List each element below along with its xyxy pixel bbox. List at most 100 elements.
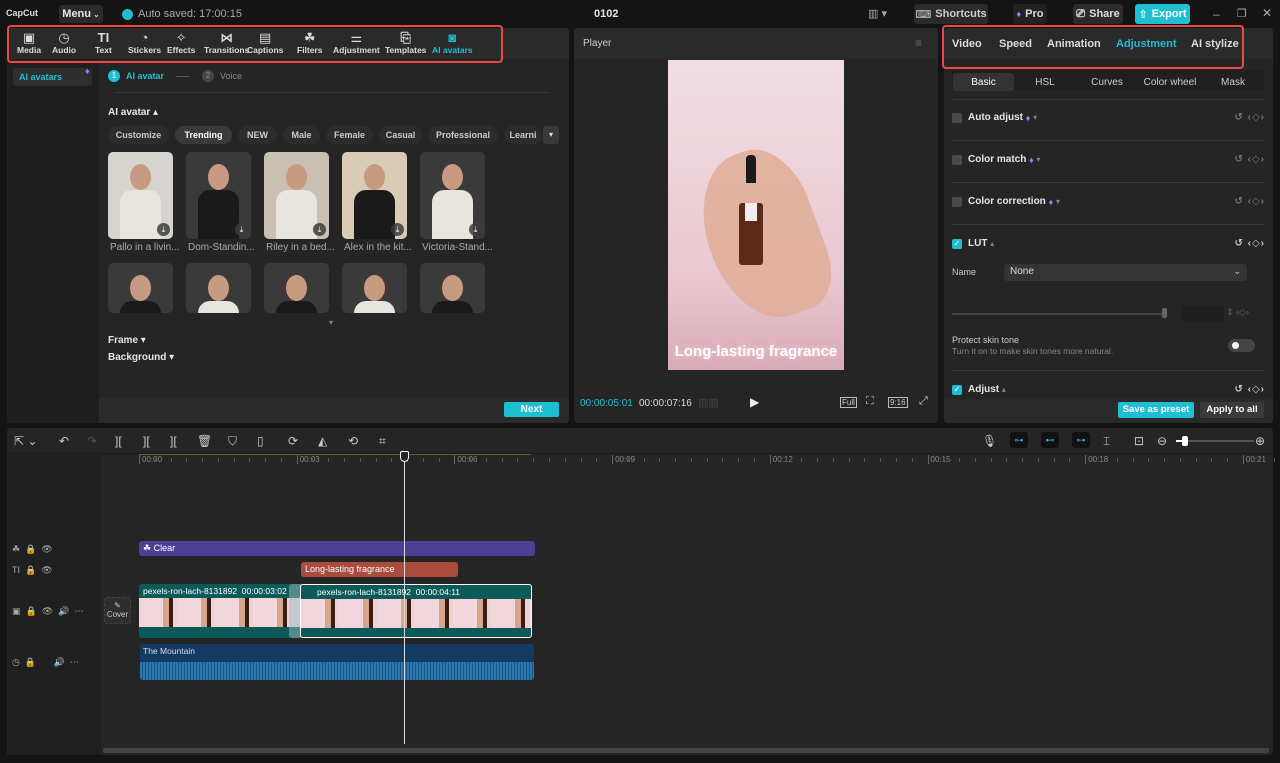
- close-icon[interactable]: ✕: [1262, 6, 1272, 20]
- auto-adjust-checkbox[interactable]: [952, 112, 962, 123]
- slider-handle[interactable]: [1162, 308, 1167, 318]
- avatar-card[interactable]: ⤓: [420, 152, 485, 239]
- zoom-out-icon[interactable]: ⊖: [1157, 434, 1167, 448]
- tool-stickers[interactable]: ◔ Stickers: [128, 30, 161, 55]
- tool-ai-avatars[interactable]: ◙ AI avatars: [432, 30, 473, 55]
- tool-templates[interactable]: ⎘ Templates: [385, 30, 426, 55]
- microphone-icon[interactable]: 🎙: [982, 434, 997, 448]
- filter-chip[interactable]: Professional: [428, 126, 498, 144]
- avatar-card[interactable]: [264, 263, 329, 313]
- delete-icon[interactable]: 🗑: [197, 434, 212, 448]
- step-voice[interactable]: Voice: [220, 71, 242, 81]
- color-correction-checkbox[interactable]: [952, 196, 962, 207]
- chevron-down-icon[interactable]: ▾: [1033, 113, 1037, 122]
- chevron-up-icon[interactable]: ▴: [1002, 385, 1006, 394]
- tab-animation[interactable]: Animation: [1047, 38, 1101, 50]
- keyframe-controls-icon[interactable]: ↺ ‹◇›: [1234, 154, 1265, 165]
- frame-section[interactable]: Frame ▾: [108, 335, 146, 346]
- maximize-icon[interactable]: ❐: [1237, 7, 1247, 20]
- cover-button[interactable]: ✎ Cover: [104, 597, 131, 624]
- step-ai-avatar[interactable]: AI avatar: [126, 71, 164, 81]
- chevron-up-icon[interactable]: ▴: [990, 239, 994, 248]
- apply-all-button[interactable]: Apply to all: [1200, 402, 1264, 418]
- chevron-down-icon[interactable]: ▾: [1037, 155, 1041, 164]
- subtab-mask[interactable]: Mask: [1202, 73, 1264, 91]
- filter-clip[interactable]: ☘ Clear: [139, 541, 535, 556]
- save-preset-button[interactable]: Save as preset: [1118, 402, 1194, 418]
- auto-snap-icon[interactable]: ⊷: [1041, 432, 1059, 448]
- share-button[interactable]: ⎚ Share: [1073, 4, 1123, 24]
- filter-chip[interactable]: Male: [283, 126, 320, 144]
- download-icon[interactable]: ⤓: [157, 223, 170, 236]
- tool-captions[interactable]: ▤ Captions: [247, 30, 283, 55]
- protect-skin-toggle[interactable]: [1228, 339, 1255, 352]
- crop-icon[interactable]: ⌗: [379, 434, 386, 449]
- full-quality-button[interactable]: Full: [840, 397, 857, 408]
- avatar-card[interactable]: ⤓: [108, 152, 173, 239]
- freeze-icon[interactable]: ▯: [257, 434, 264, 448]
- keyframe-controls-icon[interactable]: ↺ ‹◇›: [1234, 384, 1265, 395]
- shortcuts-button[interactable]: ⌨ Shortcuts: [914, 4, 988, 24]
- subtab-basic[interactable]: Basic: [953, 73, 1014, 91]
- linkage-icon[interactable]: ⊶: [1072, 432, 1090, 448]
- video-preview[interactable]: Long-lasting fragrance: [668, 60, 844, 370]
- color-match-checkbox[interactable]: [952, 154, 962, 165]
- reverse-icon[interactable]: ⟳: [288, 434, 298, 448]
- section-title[interactable]: AI avatar ▴: [108, 107, 158, 118]
- stepper-icon[interactable]: ⇕ ‹◇›: [1226, 307, 1249, 318]
- subtab-color-wheel[interactable]: Color wheel: [1138, 73, 1202, 91]
- pro-button[interactable]: ♦ Pro: [1013, 4, 1047, 24]
- text-clip[interactable]: Long-lasting fragrance: [301, 562, 458, 577]
- filter-chip[interactable]: NEW: [238, 126, 277, 144]
- background-section[interactable]: Background ▾: [108, 352, 174, 363]
- video-clip-selected[interactable]: pexels-ron-lach-8131892 00:00:04:11: [300, 584, 532, 638]
- avatar-card[interactable]: ⤓: [186, 152, 251, 239]
- tab-adjustment[interactable]: Adjustment: [1116, 38, 1177, 50]
- audio-clip[interactable]: The Mountain: [140, 644, 534, 680]
- subtab-hsl[interactable]: HSL: [1014, 73, 1076, 91]
- play-icon[interactable]: ▶: [750, 395, 759, 409]
- video-clip[interactable]: pexels-ron-lach-8131892 00:00:03:02: [139, 584, 301, 638]
- layout-icon[interactable]: ▥ ▾: [868, 7, 887, 20]
- mirror-icon[interactable]: ◭: [318, 434, 327, 448]
- keyframe-controls-icon[interactable]: ↺ ‹◇›: [1234, 196, 1265, 207]
- filter-chip[interactable]: Female: [326, 126, 373, 144]
- main-track-magnet-icon[interactable]: ⊶: [1010, 432, 1028, 448]
- tool-text[interactable]: TI Text: [95, 30, 112, 55]
- undo-icon[interactable]: ↶: [59, 434, 69, 448]
- lut-name-select[interactable]: None ⌄: [1004, 264, 1247, 281]
- avatar-card[interactable]: [342, 263, 407, 313]
- keyframe-controls-icon[interactable]: ↺ ‹◇›: [1234, 238, 1265, 249]
- fullscreen-icon[interactable]: ⤢: [919, 395, 928, 408]
- tool-adjustment[interactable]: ⚌ Adjustment: [333, 30, 380, 55]
- avatar-card[interactable]: ⤓: [264, 152, 329, 239]
- filter-chip[interactable]: Casual: [379, 126, 422, 144]
- avatar-card[interactable]: [420, 263, 485, 313]
- filter-chip[interactable]: Learni: [504, 126, 542, 144]
- download-icon[interactable]: ⤓: [313, 223, 326, 236]
- expand-more-icon[interactable]: ▾: [329, 318, 333, 327]
- keyframe-controls-icon[interactable]: ↺ ‹◇›: [1234, 112, 1265, 123]
- filter-chip[interactable]: Customize: [108, 126, 169, 144]
- zoom-slider-handle[interactable]: [1182, 436, 1189, 446]
- split-icon[interactable]: ][: [115, 434, 122, 448]
- tool-transitions[interactable]: ⋈ Transitions: [204, 30, 249, 55]
- chevron-down-icon[interactable]: ▾: [543, 126, 559, 144]
- lut-checkbox[interactable]: ✓: [952, 238, 962, 249]
- zoom-in-icon[interactable]: ⊕: [1255, 434, 1265, 448]
- intensity-slider[interactable]: [952, 313, 1166, 315]
- download-icon[interactable]: ⤓: [235, 223, 248, 236]
- playhead[interactable]: [404, 452, 405, 744]
- download-icon[interactable]: ⤓: [469, 223, 482, 236]
- split-right-icon[interactable]: ][: [170, 434, 177, 448]
- select-tool-icon[interactable]: ⇱ ⌄: [14, 434, 37, 448]
- avatar-card[interactable]: ⤓: [342, 152, 407, 239]
- tool-audio[interactable]: ◷ Audio: [52, 30, 76, 55]
- horizontal-scrollbar[interactable]: [103, 748, 1269, 753]
- adjust-checkbox[interactable]: ✓: [952, 384, 962, 395]
- download-icon[interactable]: ⤓: [391, 223, 404, 236]
- rotate-icon[interactable]: ⟲: [348, 434, 358, 448]
- tool-media[interactable]: ▣ Media: [17, 30, 41, 55]
- sidebar-item-ai-avatars[interactable]: AI avatars: [13, 68, 92, 86]
- next-button[interactable]: Next: [504, 402, 559, 417]
